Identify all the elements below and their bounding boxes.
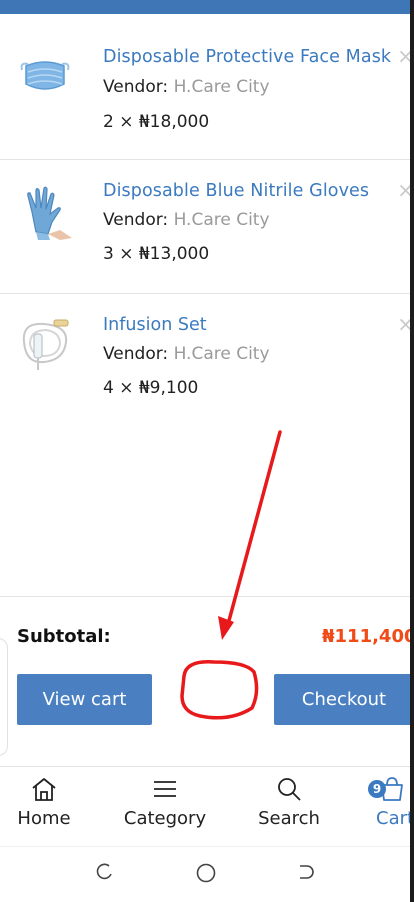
item-name[interactable]: Disposable Protective Face Mask xyxy=(103,47,391,67)
item-vendor: Vendor: H.Care City xyxy=(103,210,270,230)
cart-count-badge: 9 xyxy=(368,780,386,798)
cart-item: Disposable Blue Nitrile Gloves Vendor: H… xyxy=(0,160,410,294)
header-bar xyxy=(0,0,410,14)
item-vendor: Vendor: H.Care City xyxy=(103,77,270,97)
tab-cart-label: Cart xyxy=(376,808,410,829)
vendor-label: Vendor: xyxy=(103,210,169,230)
item-name[interactable]: Disposable Blue Nitrile Gloves xyxy=(103,181,369,201)
face-mask-icon xyxy=(20,61,70,90)
cart-item: Infusion Set Vendor: H.Care City 4 × ₦9,… xyxy=(0,294,410,414)
back-icon[interactable] xyxy=(296,862,316,882)
vendor-label: Vendor: xyxy=(103,344,169,364)
item-vendor: Vendor: H.Care City xyxy=(103,344,270,364)
vendor-name[interactable]: H.Care City xyxy=(174,210,270,230)
tab-cart[interactable]: 9 Cart xyxy=(364,776,410,829)
item-name[interactable]: Infusion Set xyxy=(103,315,207,335)
home-icon xyxy=(32,778,56,801)
item-quantity-price: 3 × ₦13,000 xyxy=(103,244,210,264)
tab-home[interactable]: Home xyxy=(16,776,72,829)
screen-edge xyxy=(410,0,414,902)
item-quantity-price: 2 × ₦18,000 xyxy=(103,112,210,132)
home-circle-icon[interactable] xyxy=(195,862,217,884)
infusion-set-icon xyxy=(22,319,69,370)
item-quantity-price: 4 × ₦9,100 xyxy=(103,378,199,398)
subtotal-value: ₦111,400 xyxy=(322,626,410,647)
cart-item: Disposable Protective Face Mask Vendor: … xyxy=(0,14,410,160)
remove-item-button[interactable]: × xyxy=(397,314,410,334)
subtotal-label: Subtotal: xyxy=(17,626,111,647)
menu-icon xyxy=(154,781,176,797)
tab-category-label: Category xyxy=(123,808,207,829)
view-cart-button[interactable]: View cart xyxy=(17,674,152,725)
recents-icon[interactable] xyxy=(95,862,115,882)
vendor-label: Vendor: xyxy=(103,77,169,97)
tab-search-label: Search xyxy=(258,808,320,829)
remove-item-button[interactable]: × xyxy=(397,180,410,200)
tab-category[interactable]: Category xyxy=(122,776,208,829)
vendor-name[interactable]: H.Care City xyxy=(174,77,270,97)
checkout-button[interactable]: Checkout xyxy=(274,674,410,725)
cart-screen: Disposable Protective Face Mask Vendor: … xyxy=(0,0,410,902)
remove-item-button[interactable]: × xyxy=(397,46,410,66)
tab-home-label: Home xyxy=(17,808,71,829)
vendor-name[interactable]: H.Care City xyxy=(174,344,270,364)
tab-search[interactable]: Search xyxy=(256,776,322,829)
gloves-icon xyxy=(27,186,72,240)
search-icon xyxy=(278,778,301,801)
